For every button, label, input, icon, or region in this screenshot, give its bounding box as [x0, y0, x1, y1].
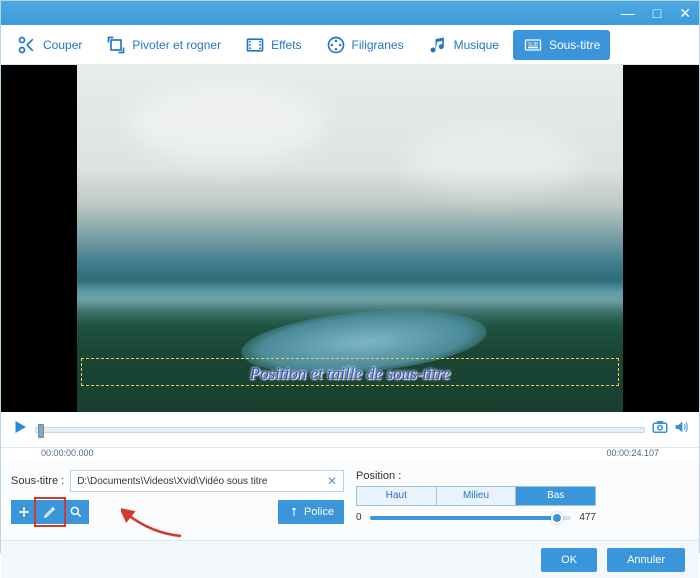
position-max: 477 — [579, 512, 596, 523]
main-toolbar: Couper Pivoter et rogner Effets Filigran… — [1, 25, 699, 65]
reel-icon — [326, 35, 346, 55]
position-label: Position : — [356, 470, 689, 482]
volume-button[interactable] — [673, 419, 689, 440]
tab-watermark[interactable]: Filigranes — [316, 30, 414, 60]
subtitle-path-input[interactable]: D:\Documents\Videos\Xvid\Vidéo sous titr… — [70, 470, 344, 492]
position-slider-thumb[interactable] — [551, 512, 563, 524]
subtitle-overlay-text: Position et taille de sous-titre — [77, 364, 623, 384]
clear-path-button[interactable]: ✕ — [327, 474, 337, 488]
tab-effects[interactable]: Effets — [235, 30, 311, 60]
ok-button[interactable]: OK — [541, 548, 597, 572]
subtitle-path-value: D:\Documents\Videos\Xvid\Vidéo sous titr… — [77, 476, 267, 487]
tab-music[interactable]: Musique — [418, 30, 509, 60]
scissors-icon — [17, 35, 37, 55]
seek-bar[interactable] — [35, 427, 645, 433]
tab-cut[interactable]: Couper — [7, 30, 92, 60]
crop-rotate-icon — [106, 35, 126, 55]
dialog-footer: OK Annuler — [1, 540, 699, 578]
font-icon — [288, 506, 300, 518]
music-note-icon — [428, 35, 448, 55]
current-time: 00:00:00.000 — [41, 448, 94, 458]
seek-thumb[interactable] — [38, 424, 44, 438]
timeline-controls — [1, 412, 699, 448]
tab-effects-label: Effets — [271, 38, 301, 52]
subtitle-path-label: Sous-titre : — [11, 475, 64, 487]
close-button[interactable]: ✕ — [679, 5, 691, 22]
time-display: 00:00:00.000 00:00:24.107 — [1, 448, 699, 462]
tab-rotate-label: Pivoter et rogner — [132, 38, 221, 52]
tab-subtitle-label: Sous-titre — [549, 38, 600, 52]
video-preview: Position et taille de sous-titre — [1, 65, 699, 412]
search-subtitle-button[interactable] — [63, 500, 89, 524]
snapshot-button[interactable] — [651, 418, 669, 441]
position-top[interactable]: Haut — [357, 487, 437, 505]
tab-watermark-label: Filigranes — [352, 38, 404, 52]
font-button[interactable]: Police — [278, 500, 344, 524]
subtitle-icon: SUB — [523, 35, 543, 55]
play-button[interactable] — [11, 418, 29, 441]
maximize-button[interactable]: □ — [653, 5, 661, 21]
video-frame[interactable]: Position et taille de sous-titre — [77, 65, 623, 412]
position-segmented-control: Haut Milieu Bas — [356, 486, 596, 506]
tab-music-label: Musique — [454, 38, 499, 52]
add-subtitle-button[interactable] — [11, 500, 37, 524]
font-button-label: Police — [304, 506, 334, 518]
position-min: 0 — [356, 512, 362, 523]
position-middle[interactable]: Milieu — [437, 487, 517, 505]
edit-subtitle-button[interactable] — [37, 500, 63, 524]
tab-cut-label: Couper — [43, 38, 82, 52]
position-bottom[interactable]: Bas — [516, 487, 595, 505]
window-titlebar: — □ ✕ — [1, 1, 699, 25]
minimize-button[interactable]: — — [621, 5, 635, 21]
film-icon — [245, 35, 265, 55]
cancel-button[interactable]: Annuler — [607, 548, 685, 572]
tab-subtitle[interactable]: SUB Sous-titre — [513, 30, 610, 60]
position-slider[interactable] — [370, 516, 572, 520]
settings-panel: Sous-titre : D:\Documents\Videos\Xvid\Vi… — [1, 462, 699, 540]
total-time: 00:00:24.107 — [606, 448, 659, 458]
tab-rotate[interactable]: Pivoter et rogner — [96, 30, 231, 60]
